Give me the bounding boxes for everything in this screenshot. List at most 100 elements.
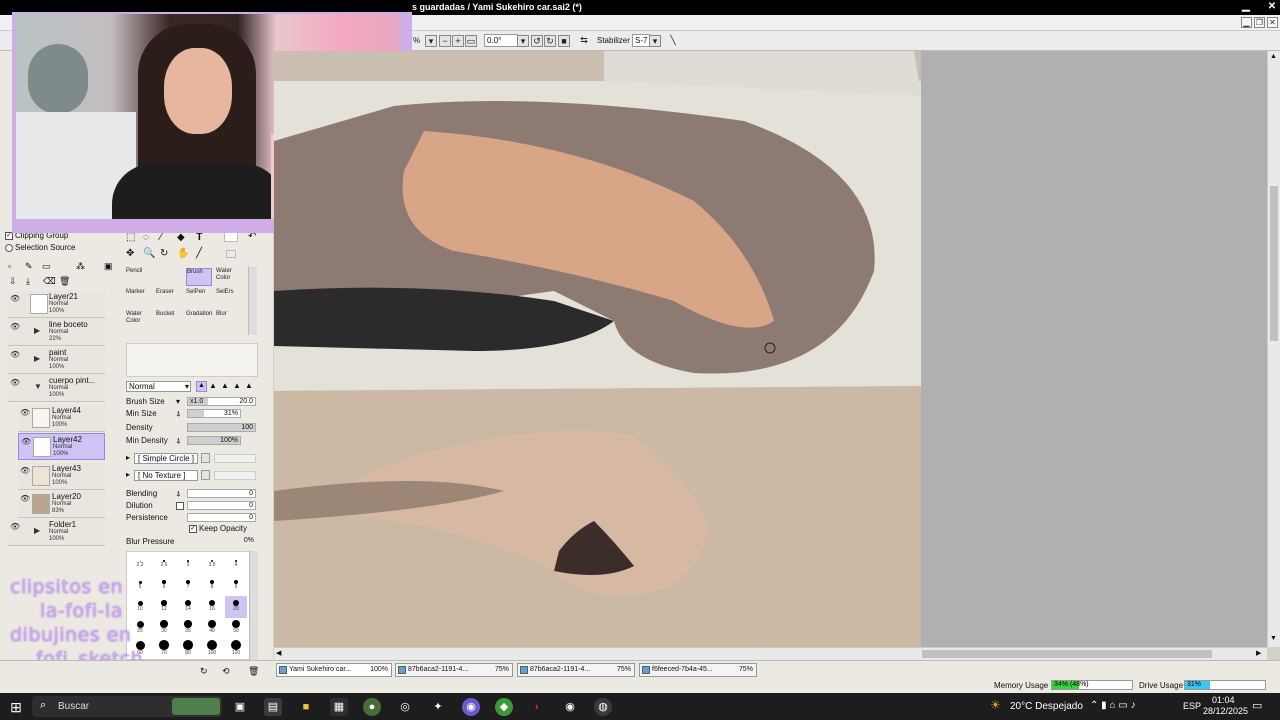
task-view-icon[interactable]: ▣ [231,698,249,716]
collapse-arrow-icon[interactable]: ▼ [34,382,42,391]
brush-size-cell[interactable]: 6 [153,575,175,597]
mdi-restore-button[interactable]: ❐ [1254,17,1265,28]
scroll-up-icon[interactable]: ▲ [1270,53,1277,60]
rect-select-icon[interactable]: ⬚ [126,232,135,243]
hand-tool-icon[interactable]: ✋ [177,248,189,259]
tool-brush-selected[interactable]: Brush [186,268,212,286]
brush-shape-strength[interactable] [214,454,256,463]
brush-shape-menu-button[interactable] [201,453,210,463]
brush-shape-5-icon[interactable]: ▲ [245,381,253,390]
scroll-right-icon[interactable]: ▶ [1256,649,1261,657]
new-linework-layer-icon[interactable]: ✎ [25,261,33,272]
blur-pressure-slider[interactable]: 0% [187,537,256,546]
rotation-field[interactable]: 0.0° [484,34,518,47]
brush-size-cell[interactable]: 120 [225,638,247,659]
tool-selpen[interactable]: SelPen [186,289,212,307]
discord-icon[interactable]: ◉ [462,698,480,716]
texture-strength[interactable] [214,471,256,480]
brush-grid-scrollbar[interactable] [249,551,258,660]
density-slider[interactable]: 100 [187,423,256,432]
layer-item[interactable]: 👁 Layer20 Normal 83% [18,491,105,518]
eyedropper-icon[interactable]: ╱ [196,248,202,259]
brush-size-dropdown-icon[interactable]: ▾ [176,397,180,406]
vertical-scrollbar[interactable]: ▲ ▼ [1267,51,1280,647]
store-icon[interactable]: ▦ [330,698,348,716]
dilution-slider[interactable]: 0 [187,501,256,510]
navigator-reset-icon[interactable]: ⟲ [222,666,230,677]
transfer-down-icon[interactable]: ⇩ [9,276,17,287]
eye-icon[interactable]: 👁 [10,379,20,387]
brush-size-cell[interactable]: 3.5 [201,554,223,576]
clear-layer-icon[interactable]: ⌫ [43,276,56,287]
search-box[interactable]: ⌕ Buscar [32,696,222,717]
brush-size-cell[interactable]: 5 [129,575,151,597]
layer-folder[interactable]: 👁 ▶ paint Normal 100% [8,347,105,374]
horizontal-scroll-thumb[interactable] [922,650,1212,658]
rotation-dropdown-button[interactable]: ▾ [517,35,529,47]
expand-arrow-icon[interactable]: ▸ [126,470,130,479]
brush-size-cell[interactable]: 70 [153,638,175,659]
layer-item-selected[interactable]: 👁 Layer42 Normal 100% [18,433,105,460]
brush-shape-1-icon[interactable]: ▲ [196,381,207,392]
app-icon[interactable]: ◎ [396,698,414,716]
eye-icon[interactable]: 👁 [21,438,31,446]
magic-wand-icon[interactable]: ⁄ [160,232,162,243]
zoom-reset-button[interactable]: ▭ [465,35,477,47]
layer-folder[interactable]: 👁 ▼ cuerpo pint... Normal 100% [8,375,105,402]
tools-scrollbar[interactable] [248,267,257,335]
stabilizer-field[interactable]: S-7 [632,34,650,47]
zoom-in-button[interactable]: + [452,35,464,47]
document-tab[interactable]: 87b6aca2-1191-4... 75% [517,663,635,677]
tool-eraser[interactable]: Eraser [156,289,182,307]
navigator-rotate-icon[interactable]: ↻ [200,666,208,677]
scroll-down-icon[interactable]: ▼ [1270,635,1277,642]
pen-pressure-icon[interactable]: ╲ [667,35,679,47]
brush-size-cell[interactable]: 2.3 [129,554,151,576]
eye-icon[interactable]: 👁 [10,523,20,531]
scroll-left-icon[interactable]: ◀ [276,649,281,657]
eye-icon[interactable]: 👁 [10,295,20,303]
new-layer-icon[interactable]: ▫ [8,261,11,271]
app-icon[interactable]: ◆ [495,698,513,716]
blend-mode-select[interactable]: Normal ▾ [126,381,191,392]
brush-size-cell[interactable]: 30 [153,617,175,639]
close-button[interactable]: ✕ [1266,1,1278,13]
brush-size-slider[interactable]: x1.0 20.0 [187,397,256,406]
brush-size-cell[interactable]: 35 [177,617,199,639]
tool-blur[interactable]: Blur [216,311,242,329]
notification-icon[interactable]: ▭ [1252,699,1262,712]
brush-size-cell[interactable]: 16 [201,596,223,618]
brush-size-cell[interactable]: 3 [177,554,199,576]
tool-airbrush[interactable] [156,268,182,286]
brush-shape-2-icon[interactable]: ▲ [209,381,217,390]
zoom-out-button[interactable]: − [439,35,451,47]
brush-size-cell[interactable]: 10 [129,596,151,618]
tray-icons[interactable]: ⌃ ▮ ⌂ ▭ ♪ [1090,700,1135,711]
eye-icon[interactable]: 👁 [10,323,20,331]
rotation-reset-button[interactable]: ■ [558,35,570,47]
chrome-icon[interactable]: ◍ [594,698,612,716]
texture-select[interactable]: [ No Texture ] [134,470,198,481]
trash-icon[interactable]: 🗑 [248,666,259,677]
brush-shape-select[interactable]: [ Simple Circle ] [134,453,198,464]
windows-start-icon[interactable]: ⊞ [7,698,25,716]
persistence-slider[interactable]: 0 [187,513,256,522]
rotate-right-button[interactable]: ↻ [544,35,556,47]
brush-size-cell[interactable]: 12 [153,596,175,618]
keep-opacity-checkbox[interactable]: ✓ [189,525,197,533]
expand-arrow-icon[interactable]: ▶ [34,326,40,335]
tool-watercolor[interactable]: Water Color [216,268,242,286]
tool-marker[interactable]: Marker [126,289,152,307]
color-picker-icon[interactable]: ◆ [177,232,185,243]
brush-shape-3-icon[interactable]: ▲ [221,381,229,390]
brush-size-cell[interactable]: 8 [201,575,223,597]
zoom-tool-icon[interactable]: 🔍 [143,248,155,259]
delete-layer-icon[interactable]: 🗑 [59,276,70,287]
brush-size-cell[interactable]: 80 [177,638,199,659]
dilution-checkbox[interactable] [176,502,184,510]
layer-item[interactable]: 👁 Layer43 Normal 100% [18,463,105,490]
brush-size-cell[interactable]: 25 [129,617,151,639]
drawing-canvas[interactable] [274,51,1267,647]
obs-icon[interactable]: ◉ [561,698,579,716]
stabilizer-dropdown-button[interactable]: ▾ [649,35,661,47]
